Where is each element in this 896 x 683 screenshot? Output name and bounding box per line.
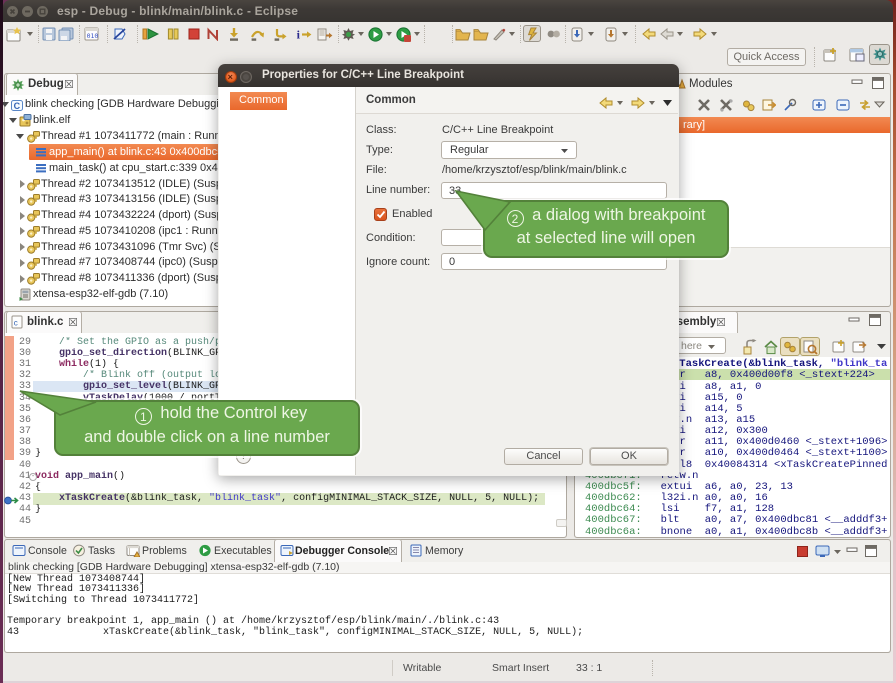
svg-text:010: 010 xyxy=(87,32,99,40)
svg-text:i: i xyxy=(297,27,301,41)
svg-text:C: C xyxy=(14,101,21,111)
svg-text:c: c xyxy=(14,319,18,328)
